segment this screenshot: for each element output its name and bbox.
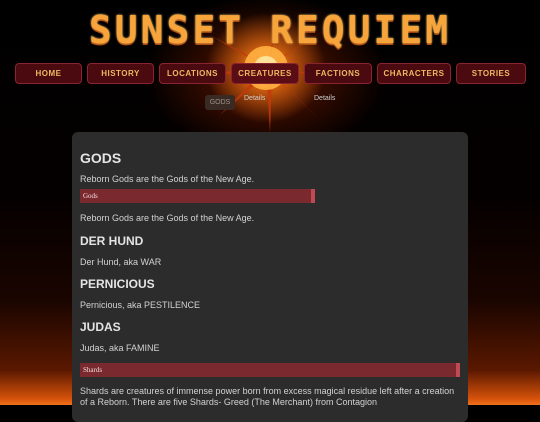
gods-description: Reborn Gods are the Gods of the New Age. xyxy=(80,213,255,223)
entry-desc-judas: Judas, aka FAMINE xyxy=(80,343,160,353)
nav-factions-button[interactable]: FACTIONS xyxy=(304,63,372,84)
subnav-gods-tab[interactable]: GODS xyxy=(205,95,235,110)
nav-history-button[interactable]: HISTORY xyxy=(87,63,154,84)
main-navigation: HOME HISTORY LOCATIONS CREATURES FACTION… xyxy=(15,63,530,85)
nav-characters-button[interactable]: CHARACTERS xyxy=(377,63,451,84)
entry-desc-der-hund: Der Hund, aka WAR xyxy=(80,257,162,267)
nav-stories-button[interactable]: STORIES xyxy=(456,63,526,84)
gods-bar-label: Gods xyxy=(83,192,98,200)
nav-home-button[interactable]: HOME xyxy=(15,63,82,84)
subnav-details-link[interactable]: Details xyxy=(244,95,265,102)
subnav-details-link-2[interactable]: Details xyxy=(314,95,335,102)
gods-section-bar[interactable]: Gods xyxy=(80,189,315,203)
gods-bar-cap xyxy=(311,189,315,203)
shards-section-bar[interactable]: Shards xyxy=(80,363,460,377)
entry-heading-pernicious: PERNICIOUS xyxy=(80,277,155,291)
nav-creatures-button[interactable]: CREATURES xyxy=(231,63,299,84)
shards-bar-label: Shards xyxy=(83,366,103,374)
entry-desc-pernicious: Pernicious, aka PESTILENCE xyxy=(80,300,201,310)
page-heading: GODS xyxy=(80,150,122,166)
entry-heading-judas: JUDAS xyxy=(80,320,121,334)
content-panel: GODS Reborn Gods are the Gods of the New… xyxy=(72,132,468,422)
nav-locations-button[interactable]: LOCATIONS xyxy=(159,63,226,84)
entry-heading-der-hund: DER HUND xyxy=(80,234,144,248)
shards-bar-cap xyxy=(456,363,460,377)
site-title: SUNSET REQUIEM xyxy=(88,8,452,52)
intro-text: Reborn Gods are the Gods of the New Age. xyxy=(80,174,255,184)
